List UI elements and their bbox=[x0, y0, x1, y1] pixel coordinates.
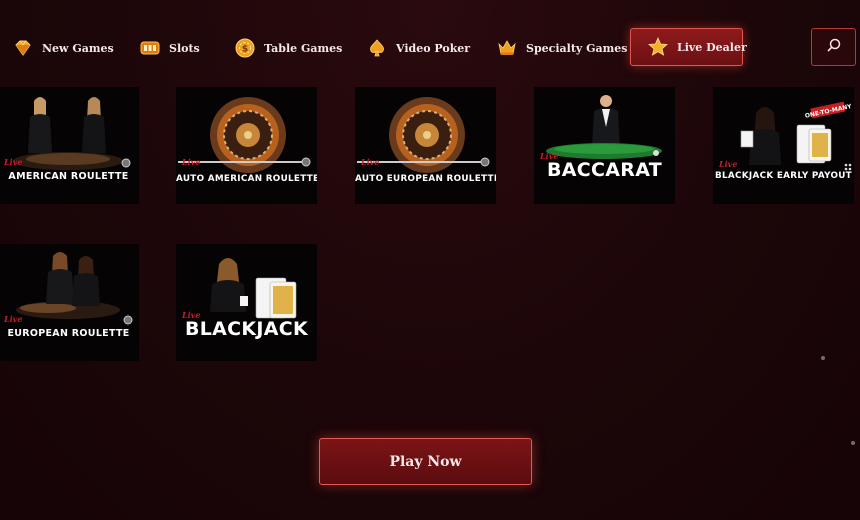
game-title: BLACKJACK EARLY PAYOUT bbox=[715, 171, 852, 181]
nav-item-new-games[interactable]: New Games bbox=[12, 30, 114, 66]
chip-icon: $ bbox=[234, 37, 256, 59]
game-thumbnail bbox=[534, 87, 675, 204]
game-tile-baccarat[interactable]: Live BACCARAT bbox=[534, 87, 675, 204]
live-label: Live bbox=[4, 314, 23, 324]
live-label: Live bbox=[361, 157, 380, 167]
nav-item-slots[interactable]: Slots bbox=[139, 30, 200, 66]
nav-item-label: Live Dealer bbox=[677, 40, 747, 54]
game-title: BLACKJACK bbox=[184, 318, 309, 340]
game-tile-auto-european-roulette[interactable]: Live AUTO EUROPEAN ROULETTE bbox=[355, 87, 496, 204]
slot-machine-icon bbox=[139, 37, 161, 59]
live-label: Live bbox=[719, 159, 738, 169]
game-thumbnail bbox=[0, 244, 139, 361]
svg-text:$: $ bbox=[242, 45, 248, 55]
search-button[interactable] bbox=[811, 28, 856, 66]
game-thumbnail bbox=[0, 87, 139, 204]
crown-icon bbox=[496, 37, 518, 59]
nav-item-label: Table Games bbox=[264, 41, 343, 55]
game-tile-blackjack[interactable]: Live BLACKJACK bbox=[176, 244, 317, 361]
search-icon bbox=[826, 37, 842, 57]
nav-item-table-games[interactable]: $ Table Games bbox=[234, 30, 342, 66]
decorative-dot bbox=[821, 356, 825, 360]
nav-item-live-dealer[interactable]: Live Dealer bbox=[630, 28, 747, 66]
nav-item-label: Slots bbox=[169, 41, 200, 55]
star-icon bbox=[647, 36, 669, 58]
game-title: EUROPEAN ROULETTE bbox=[7, 328, 130, 339]
spade-icon bbox=[366, 37, 388, 59]
game-thumbnail bbox=[176, 244, 317, 361]
game-title: AMERICAN ROULETTE bbox=[8, 171, 129, 182]
live-label: Live bbox=[4, 157, 23, 167]
live-label: Live bbox=[182, 157, 201, 167]
nav-item-label: Specialty Games bbox=[526, 41, 628, 55]
game-title: AUTO AMERICAN ROULETTE bbox=[176, 174, 317, 184]
nav-item-specialty-games[interactable]: Specialty Games bbox=[496, 30, 627, 66]
game-tile-american-roulette[interactable]: Live AMERICAN ROULETTE bbox=[0, 87, 139, 204]
game-thumbnail: ONE-TO-MANY bbox=[713, 87, 854, 204]
nav-item-video-poker[interactable]: Video Poker bbox=[366, 30, 470, 66]
game-thumbnail bbox=[355, 87, 496, 204]
decorative-dot bbox=[851, 441, 855, 445]
diamond-icon bbox=[12, 37, 34, 59]
game-title: BACCARAT bbox=[547, 159, 662, 181]
game-tile-european-roulette[interactable]: Live EUROPEAN ROULETTE bbox=[0, 244, 139, 361]
game-title: AUTO EUROPEAN ROULETTE bbox=[355, 174, 496, 184]
game-tile-blackjack-early-payout[interactable]: ONE-TO-MANY Live BLACKJACK EARLY PAYOUT bbox=[713, 87, 854, 204]
game-category-nav: New Games Slots $ Table Games Video Poke… bbox=[0, 0, 860, 94]
nav-item-label: Video Poker bbox=[396, 41, 471, 55]
game-thumbnail bbox=[176, 87, 317, 204]
game-tile-auto-american-roulette[interactable]: Live AUTO AMERICAN ROULETTE bbox=[176, 87, 317, 204]
live-dealer-page: New Games Slots $ Table Games Video Poke… bbox=[0, 0, 860, 520]
nav-item-label: New Games bbox=[42, 41, 114, 55]
play-now-button[interactable]: Play Now bbox=[319, 438, 532, 485]
